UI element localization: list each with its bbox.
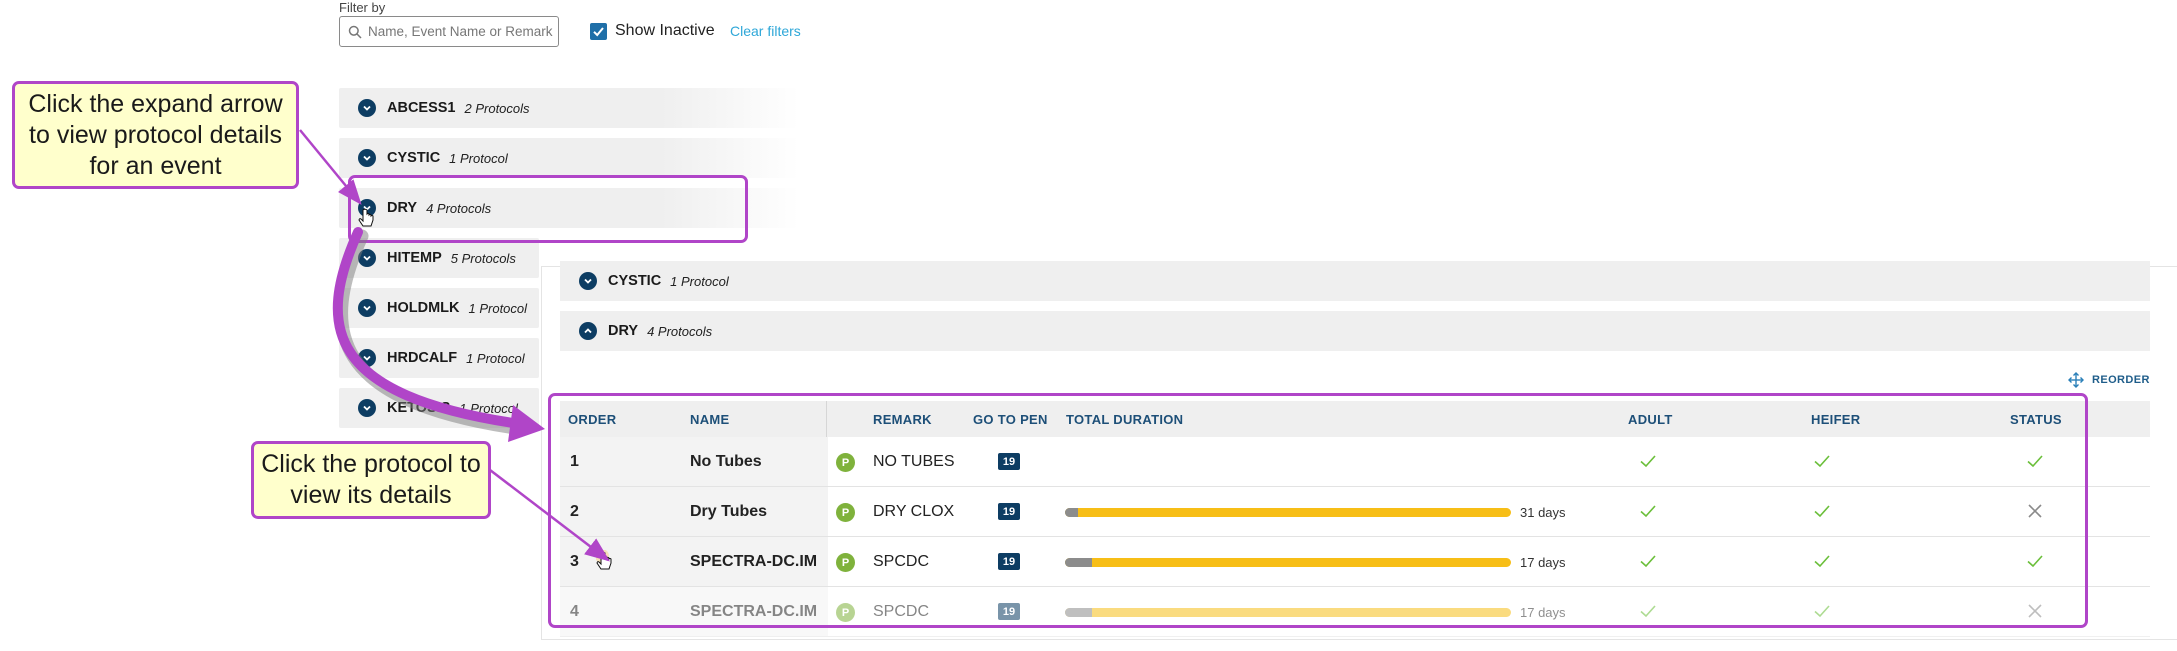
protocol-pointer-line bbox=[489, 469, 610, 562]
protocol-callout: Click the protocol to view its details bbox=[251, 441, 491, 519]
curved-arrow bbox=[332, 227, 525, 429]
annotation-arrows bbox=[299, 129, 610, 562]
dry-hand-cursor bbox=[358, 208, 374, 227]
expand-arrow-callout: Click the expand arrow to view protocol … bbox=[12, 81, 299, 189]
expand-arrow-callout-text: Click the expand arrow to view protocol … bbox=[28, 89, 283, 180]
expand-pointer-line bbox=[299, 129, 362, 205]
curved-arrow-head bbox=[508, 405, 545, 442]
protocol-callout-text: Click the protocol to view its details bbox=[261, 450, 481, 509]
